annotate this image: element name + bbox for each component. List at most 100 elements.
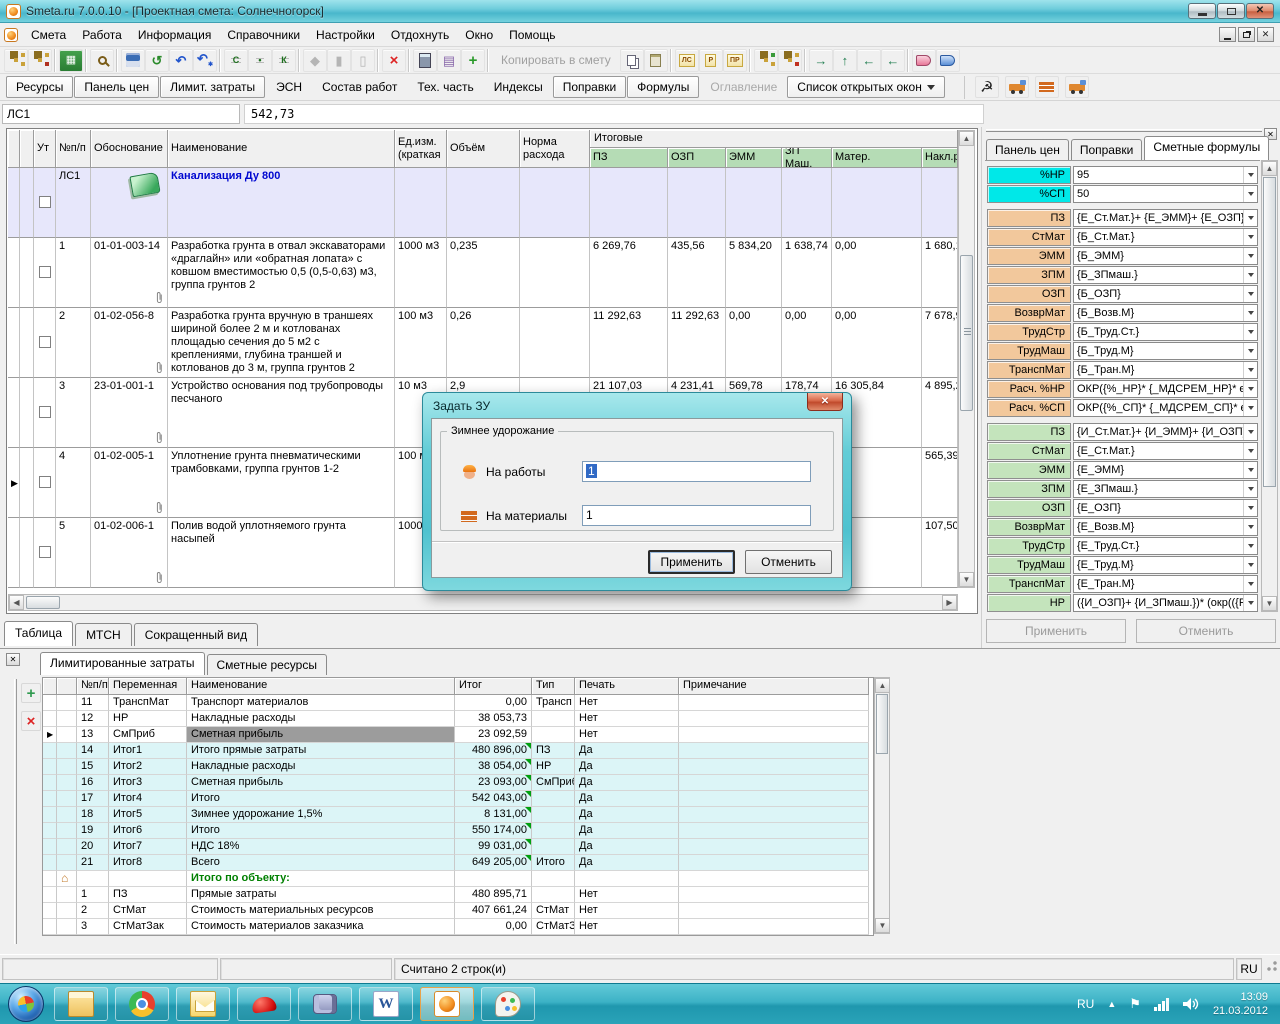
menu-smeta[interactable]: Смета [23, 24, 74, 46]
taskbar-chrome[interactable] [115, 987, 169, 1021]
cell-mat[interactable]: 0,00 [832, 238, 922, 308]
scroll-down-icon[interactable]: ▼ [959, 572, 974, 587]
cell-norma[interactable] [520, 308, 590, 378]
copy-to-smeta-button[interactable]: Копировать в смету [492, 49, 620, 72]
cell-type[interactable]: Трансп [532, 695, 575, 711]
chevron-down-icon[interactable] [1243, 267, 1257, 283]
cell-name[interactable]: Всего [187, 855, 455, 871]
formula-combo[interactable]: {Е_Труд.Ст.} [1073, 537, 1258, 555]
cell-num[interactable]: 2 [77, 903, 109, 919]
bricks-icon[interactable] [1035, 76, 1059, 98]
col-header-total[interactable]: Итог [455, 678, 532, 695]
tray-language[interactable]: RU [1077, 997, 1094, 1011]
col-header-name[interactable]: Наименование [187, 678, 455, 695]
formula-combo[interactable]: ({И_ОЗП}+ {И_ЗПмаш.})* (окр(({Р. [1073, 594, 1258, 612]
cancel-button[interactable]: Отменить [745, 550, 832, 574]
cell-total[interactable]: 38 054,00 [455, 759, 532, 775]
cell-total[interactable]: 0,00 [455, 695, 532, 711]
col-header-totals[interactable]: Итоговые [590, 130, 958, 148]
col-header-ozp[interactable]: ОЗП [668, 148, 726, 168]
col-header-pz[interactable]: ПЗ [590, 148, 668, 168]
col-header-variable[interactable]: Переменная [109, 678, 187, 695]
scroll-thumb[interactable] [26, 596, 60, 609]
tab-corrections-right[interactable]: Поправки [1071, 139, 1142, 160]
cell-emm[interactable]: 0,00 [726, 308, 782, 378]
mdi-minimize-button[interactable] [1219, 27, 1236, 42]
cell-pz[interactable]: 6 269,76 [590, 238, 668, 308]
taskbar-explorer[interactable] [54, 987, 108, 1021]
limit-row[interactable]: ⌂ 12 НР Накладные расходы 38 053,73 Нет [43, 711, 873, 727]
cell-note[interactable] [679, 903, 869, 919]
cell-volume[interactable]: 0,235 [447, 238, 520, 308]
cell-note[interactable] [679, 839, 869, 855]
cell-note[interactable] [679, 743, 869, 759]
cell-mat[interactable] [832, 168, 922, 238]
scroll-down-icon[interactable]: ▼ [1262, 596, 1277, 611]
network-icon[interactable] [1154, 998, 1170, 1011]
cell-num[interactable]: 13 [77, 727, 109, 743]
cell-name[interactable]: Зимнее удорожание 1,5% [187, 807, 455, 823]
col-header-nakl[interactable]: Накл.ра [922, 148, 958, 168]
cell-num[interactable]: 3 [56, 378, 91, 448]
cell-print[interactable]: Да [575, 759, 679, 775]
tab-work-composition[interactable]: Состав работ [312, 76, 407, 98]
menu-rabota[interactable]: Работа [74, 24, 130, 46]
delete-row-button[interactable]: × [21, 711, 41, 731]
menu-informacia[interactable]: Информация [130, 24, 219, 46]
formula-combo[interactable]: ОКР({%_СП}* {_МДСРЕМ_СП}* ес [1073, 399, 1258, 417]
panel-scrollbar[interactable]: ▲ ▼ [1261, 160, 1278, 612]
chevron-down-icon[interactable] [1243, 538, 1257, 554]
delete-icon[interactable]: × [382, 49, 406, 72]
col-header-volume[interactable]: Объём [447, 130, 520, 168]
separator[interactable] [406, 49, 413, 72]
undo-icon[interactable]: ↶ [169, 49, 193, 72]
cell-norma[interactable] [520, 238, 590, 308]
volume-icon[interactable] [1183, 997, 1200, 1011]
cell-num[interactable]: 20 [77, 839, 109, 855]
cell-code[interactable]: 01-02-006-1 [91, 518, 168, 588]
cell-code[interactable] [91, 168, 168, 238]
scroll-thumb[interactable] [876, 694, 888, 754]
col-header-note[interactable]: Примечание [679, 678, 869, 695]
tab-tech-part[interactable]: Тех. часть [407, 76, 483, 98]
limit-row[interactable]: ⌂ 20 Итог7 НДС 18% 99 031,00 Да [43, 839, 873, 855]
row-checkbox[interactable] [39, 196, 51, 208]
formula-combo[interactable]: {Е_ОЗП} [1073, 499, 1258, 517]
scroll-left-icon[interactable]: ◀ [9, 595, 24, 610]
formula-combo[interactable]: {Б_Ст.Мат.} [1073, 228, 1258, 246]
cell-name[interactable]: Сметная прибыль [187, 775, 455, 791]
col-header-num[interactable]: №п/п [77, 678, 109, 695]
add-icon[interactable]: + [461, 49, 485, 72]
cell-variable[interactable]: Итог5 [109, 807, 187, 823]
cell-num[interactable]: 21 [77, 855, 109, 871]
limit-row[interactable]: ⌂ 19 Итог6 Итого 550 174,00 Да [43, 823, 873, 839]
chevron-down-icon[interactable] [1243, 462, 1257, 478]
cell-print[interactable]: Да [575, 807, 679, 823]
action-center-flag-icon[interactable]: ⚑ [1129, 996, 1141, 1012]
formula-combo[interactable]: {Е_Труд.М} [1073, 556, 1258, 574]
cell-type[interactable] [532, 871, 575, 887]
doc-ls-icon[interactable]: ЛС [675, 49, 699, 72]
tab-limit-costs[interactable]: Лимит. затраты [160, 76, 265, 98]
scroll-down-icon[interactable]: ▼ [875, 918, 890, 933]
cell-type[interactable] [532, 727, 575, 743]
cell-name[interactable]: Накладные расходы [187, 759, 455, 775]
chevron-down-icon[interactable] [1243, 595, 1257, 611]
limit-row[interactable]: ⌂ 3 СтМатЗак Стоимость материалов заказч… [43, 919, 873, 935]
chevron-down-icon[interactable] [1243, 500, 1257, 516]
cell-print[interactable]: Нет [575, 711, 679, 727]
cell-variable[interactable]: Итог8 [109, 855, 187, 871]
cell-unit[interactable]: 100 м3 [395, 308, 447, 378]
tab-corrections[interactable]: Поправки [553, 76, 626, 98]
cell-name[interactable]: Разработка грунта вручную в траншеях шир… [168, 308, 395, 378]
cell-total[interactable]: 23 092,59 [455, 727, 532, 743]
disabled-tool-icon[interactable]: ◆ [303, 49, 327, 72]
col-header-mat[interactable]: Матер. [832, 148, 922, 168]
cell-name[interactable]: Уплотнение грунта пневматическими трамбо… [168, 448, 395, 518]
cell-num[interactable]: 1 [77, 887, 109, 903]
add-row-button[interactable]: + [21, 683, 41, 703]
tree-view-icon[interactable] [4, 49, 28, 72]
cell-type[interactable] [532, 711, 575, 727]
row-checkbox[interactable] [39, 266, 51, 278]
separator[interactable] [747, 49, 754, 72]
